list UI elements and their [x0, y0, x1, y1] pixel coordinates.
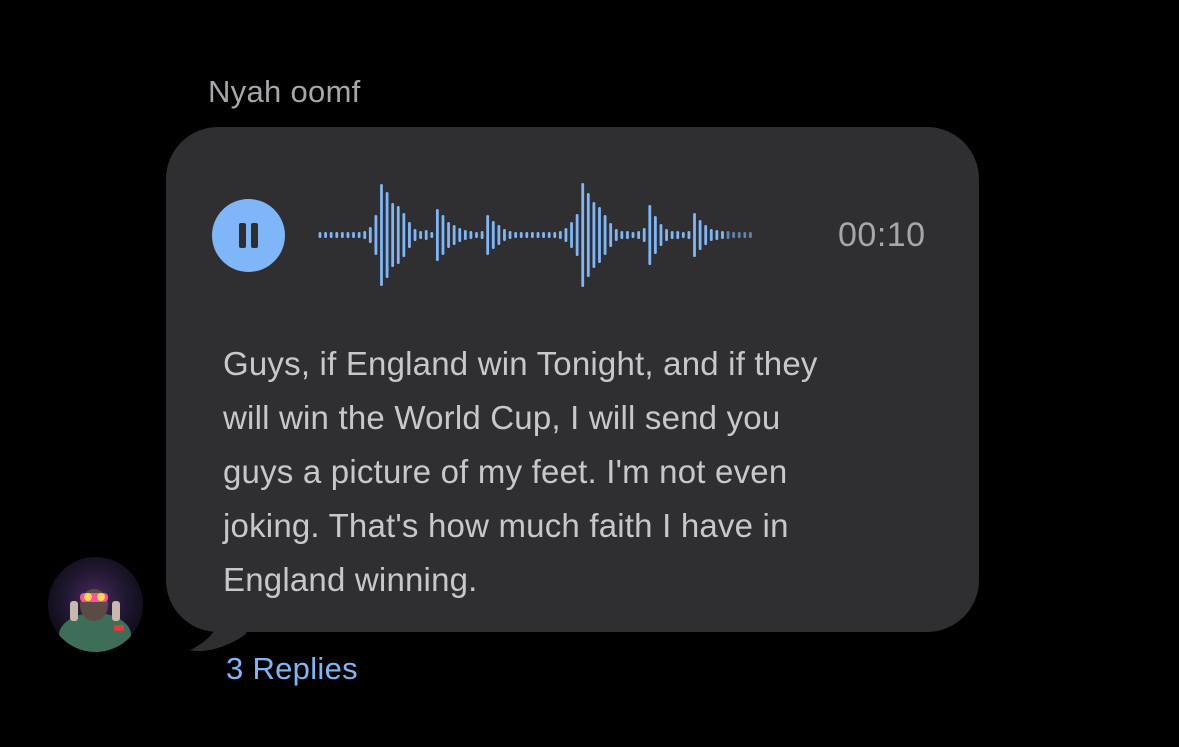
waveform-bar [503, 229, 506, 241]
waveform-bar [670, 231, 674, 239]
waveform-bar [693, 213, 696, 257]
waveform-bar [598, 207, 601, 263]
waveform-bar [396, 206, 400, 264]
waveform-bar [469, 231, 473, 239]
audio-waveform[interactable] [318, 180, 754, 290]
waveform-bar [385, 192, 389, 278]
waveform-bar [665, 229, 668, 241]
waveform-bar [603, 215, 607, 255]
waveform-bar [626, 231, 629, 239]
waveform-bar [681, 232, 685, 238]
waveform-bar [620, 231, 624, 239]
waveform-bar [335, 232, 339, 238]
waveform-bar [491, 221, 495, 249]
waveform-bar [721, 231, 724, 239]
waveform-bar [486, 215, 490, 255]
waveform-bar [447, 222, 450, 248]
waveform-bar [536, 232, 540, 238]
waveform-bar [609, 223, 613, 247]
waveform-bar [357, 232, 361, 238]
waveform-bar [592, 202, 596, 268]
waveform-bar [508, 231, 512, 239]
waveform-bar [542, 232, 545, 238]
pause-button[interactable] [212, 199, 285, 272]
waveform-bar [637, 231, 641, 239]
waveform-bar [648, 205, 652, 265]
waveform-bar [514, 232, 518, 238]
waveform-bar [687, 231, 691, 239]
waveform-bar [709, 229, 713, 241]
waveform-bar [402, 213, 406, 257]
waveform-bar [475, 232, 478, 238]
waveform-bar [452, 225, 456, 245]
waveform-bar [368, 227, 372, 243]
replies-link[interactable]: 3 Replies [226, 651, 358, 687]
waveform-bar [575, 214, 579, 256]
waveform-bar [413, 229, 417, 241]
waveform-bar [642, 228, 646, 242]
waveform-bar [659, 224, 663, 246]
waveform-bar [726, 231, 730, 239]
waveform-bar [408, 222, 411, 248]
waveform-bar [340, 232, 344, 238]
waveform-bar [586, 193, 590, 277]
avatar[interactable] [48, 557, 143, 652]
waveform-bar [570, 222, 573, 248]
waveform-bar [631, 232, 635, 238]
waveform-bar [531, 232, 534, 238]
waveform-bar [743, 232, 747, 238]
pause-icon-bar [251, 223, 258, 248]
waveform-bar [547, 232, 551, 238]
waveform-bar [391, 203, 395, 267]
waveform-bar [737, 232, 741, 238]
waveform-bar [424, 230, 428, 240]
waveform-bar [704, 225, 708, 245]
audio-duration: 00:10 [838, 216, 926, 254]
waveform-bar [380, 184, 383, 286]
waveform-bar [374, 215, 378, 255]
waveform-bar [458, 228, 462, 242]
sender-name: Nyah oomf [208, 74, 361, 109]
waveform-bar [749, 232, 752, 238]
waveform-bar [480, 231, 484, 239]
waveform-bar [352, 232, 355, 238]
pause-icon [239, 223, 246, 248]
waveform-bar [698, 220, 702, 250]
waveform-bar [715, 230, 719, 240]
waveform-bar [497, 225, 501, 245]
avatar-image [48, 557, 143, 652]
waveform-bar [581, 183, 585, 287]
waveform-bar [463, 230, 467, 240]
waveform-bar [558, 231, 562, 239]
waveform-bar [318, 232, 322, 238]
waveform-bar [614, 229, 618, 241]
waveform-bar [346, 232, 350, 238]
waveform-bar [676, 231, 680, 239]
waveform-bar [324, 232, 327, 238]
waveform-bar [732, 232, 736, 238]
voice-transcript: Guys, if England win Tonight, and if the… [223, 345, 818, 598]
waveform-bar [553, 232, 557, 238]
waveform-bar [525, 232, 529, 238]
bubble-tail [190, 600, 246, 652]
waveform-bar [430, 232, 434, 238]
waveform-bar [441, 215, 445, 255]
chat-view: Nyah oomf 00:10 Guys, if England win Ton… [0, 0, 1179, 747]
waveform-bar [653, 216, 657, 254]
waveform-bar [564, 228, 568, 242]
waveform-bar [435, 209, 439, 261]
waveform-bar [363, 231, 367, 239]
waveform-bar [519, 232, 523, 238]
waveform-bar [419, 231, 423, 239]
waveform-bar [329, 232, 333, 238]
